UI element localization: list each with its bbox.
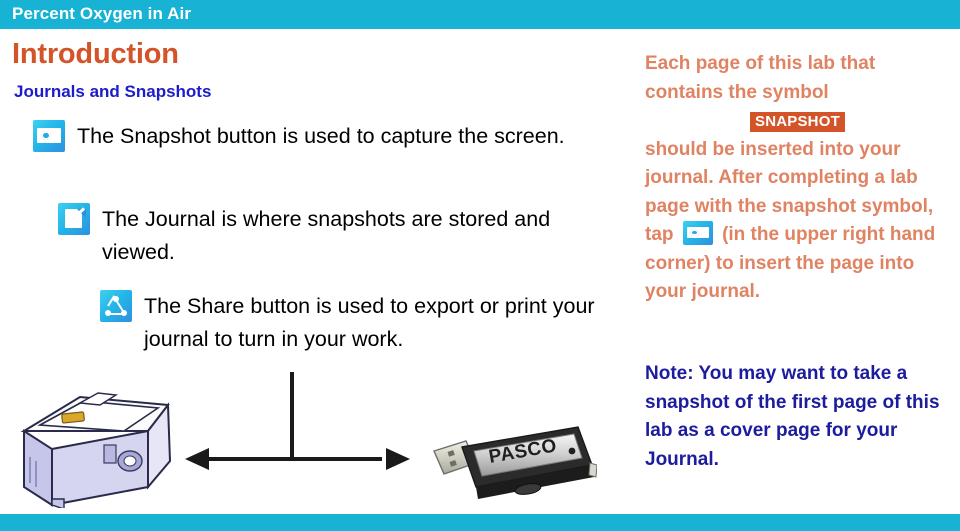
page-title: Introduction [12, 38, 179, 70]
arrow-vertical-stem [290, 372, 294, 460]
top-banner: Percent Oxygen in Air [0, 0, 960, 29]
arrow-horizontal-bar [207, 457, 382, 461]
projector-device-image [18, 383, 188, 510]
bottom-banner [0, 514, 960, 531]
arrow-head-left-icon [185, 448, 209, 470]
snapshot-camera-icon [33, 120, 65, 152]
share-network-icon [100, 290, 132, 322]
banner-title: Percent Oxygen in Air [12, 4, 192, 23]
bullet-item-share: The Share button is used to export or pr… [100, 290, 600, 356]
bullet-text-journal: The Journal is where snapshots are store… [102, 207, 551, 264]
right-column: Each page of this lab that contains the … [645, 50, 950, 470]
note-paragraph: Note: You may want to take a snapshot of… [645, 360, 950, 474]
snapshot-camera-icon-inline [682, 221, 713, 245]
page-subtitle: Journals and Snapshots [14, 82, 212, 101]
bullet-text-share: The Share button is used to export or pr… [144, 294, 595, 351]
bullet-item-snapshot: The Snapshot button is used to capture t… [33, 120, 593, 153]
right-paragraph-one: Each page of this lab that contains the … [645, 50, 950, 136]
journal-document-icon [58, 203, 90, 235]
note-label: Note: [645, 363, 694, 384]
snapshot-badge: SNAPSHOT [750, 112, 845, 132]
right-paragraph-two: should be inserted into your journal. Af… [645, 136, 950, 307]
arrow-head-right-icon [386, 448, 410, 470]
double-headed-arrow-diagram [185, 372, 410, 477]
bullet-text-snapshot: The Snapshot button is used to capture t… [77, 124, 565, 148]
bullet-item-journal: The Journal is where snapshots are store… [58, 203, 603, 269]
usb-flash-drive-image: PASCO [432, 425, 598, 505]
right-paragraph-one-text: Each page of this lab that contains the … [645, 53, 876, 103]
